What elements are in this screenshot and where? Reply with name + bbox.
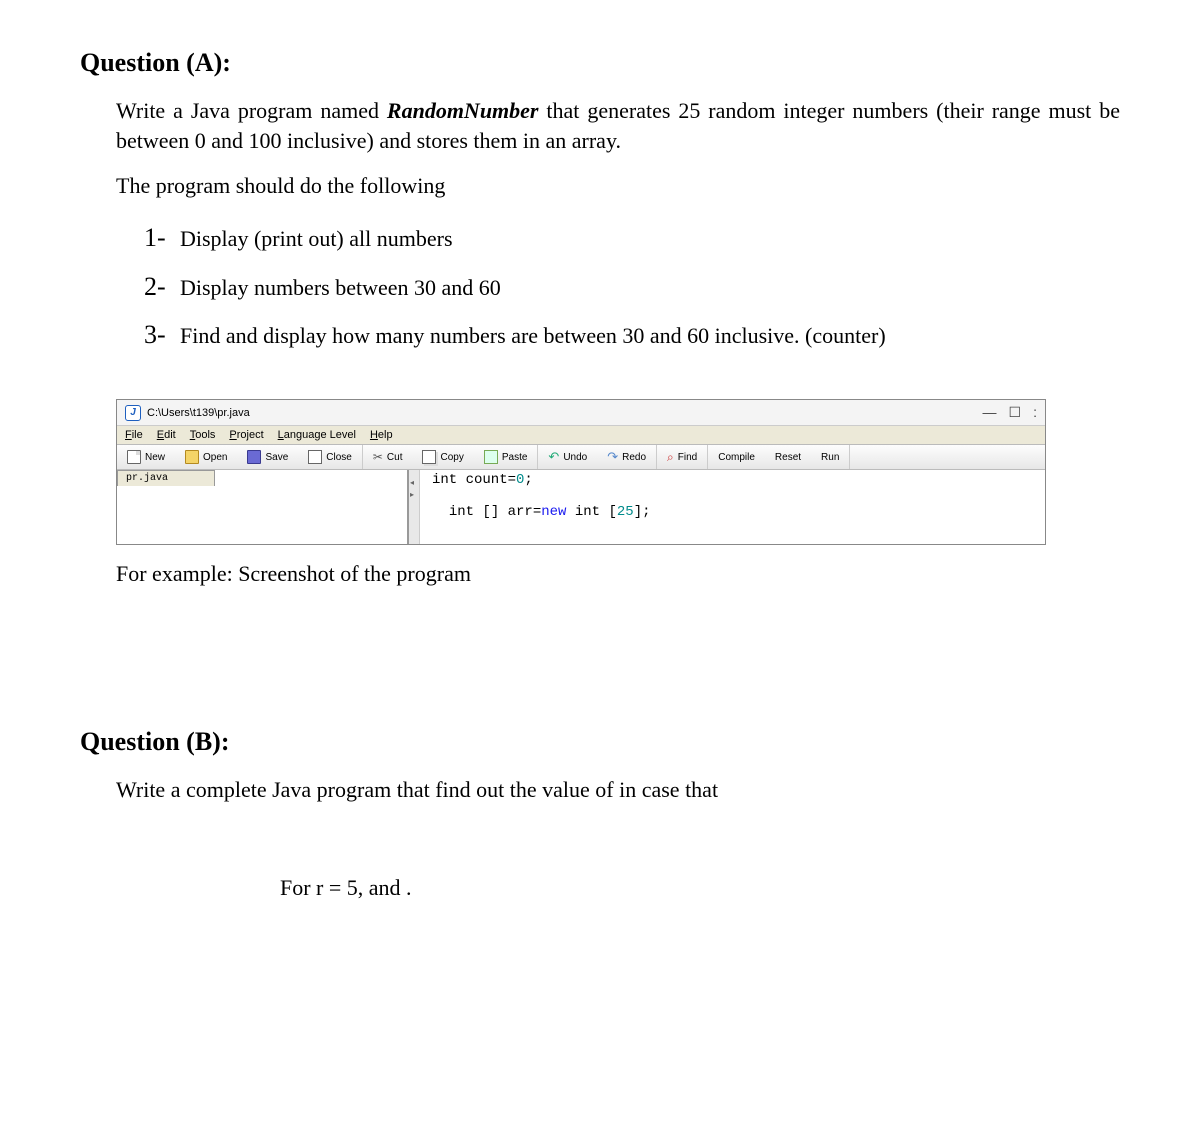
close-doc-icon: [308, 450, 322, 464]
maximize-button[interactable]: ☐: [1009, 404, 1022, 421]
undo-icon: ↶: [548, 449, 559, 465]
paste-button[interactable]: Paste: [474, 445, 538, 469]
folder-open-icon: [185, 450, 199, 464]
java-icon: J: [125, 405, 141, 421]
question-a-intro: Write a Java program named RandomNumber …: [116, 96, 1120, 155]
question-b-heading: Question (B):: [80, 727, 1120, 757]
redo-icon: ↷: [607, 449, 618, 465]
menu-bar: File Edit Tools Project Language Level H…: [117, 426, 1045, 445]
program-name: RandomNumber: [387, 98, 539, 123]
close-button[interactable]: :: [1033, 404, 1037, 421]
find-icon: ⌕: [667, 450, 674, 465]
splitter-gutter[interactable]: ◂ ▸: [409, 470, 420, 544]
list-item: 1- Display (print out) all numbers: [144, 223, 1120, 254]
paste-icon: [484, 450, 498, 464]
screenshot-caption: For example: Screenshot of the program: [116, 561, 1120, 587]
menu-tools[interactable]: Tools: [190, 429, 216, 441]
new-doc-icon: [127, 450, 141, 464]
question-a-heading: Question (A):: [80, 48, 1120, 78]
list-text: Display numbers between 30 and 60: [180, 273, 1120, 303]
menu-language-level[interactable]: Language Level: [278, 429, 356, 441]
save-icon: [247, 450, 261, 464]
close-file-button[interactable]: Close: [298, 445, 362, 469]
list-item: 2- Display numbers between 30 and 60: [144, 272, 1120, 303]
ide-window: J C:\Users\t139\pr.java — ☐ : File Edit …: [116, 399, 1046, 545]
code-editor[interactable]: int count=0; int [] arr=new int [25];: [420, 470, 1045, 544]
menu-project[interactable]: Project: [229, 429, 263, 441]
list-num: 2-: [144, 272, 172, 302]
question-a-subintro: The program should do the following: [116, 171, 1120, 201]
list-num: 3-: [144, 320, 172, 350]
save-button[interactable]: Save: [237, 445, 298, 469]
list-text: Display (print out) all numbers: [180, 224, 1120, 254]
undo-button[interactable]: ↶Undo: [538, 445, 597, 469]
menu-edit[interactable]: Edit: [157, 429, 176, 441]
new-button[interactable]: New: [117, 445, 175, 469]
question-b-for-r: For r = 5, and .: [280, 875, 1120, 901]
file-tab[interactable]: pr.java: [117, 470, 215, 486]
copy-button[interactable]: Copy: [412, 445, 473, 469]
reset-button[interactable]: Reset: [765, 445, 811, 469]
compile-button[interactable]: Compile: [708, 445, 765, 469]
qa-intro-pre: Write a Java program named: [116, 98, 387, 123]
question-b-intro: Write a complete Java program that find …: [116, 775, 1120, 805]
requirements-list: 1- Display (print out) all numbers 2- Di…: [144, 223, 1120, 351]
cut-button[interactable]: ✂Cut: [363, 445, 413, 469]
run-button[interactable]: Run: [811, 445, 849, 469]
file-panel: [117, 486, 407, 544]
window-titlebar: J C:\Users\t139\pr.java — ☐ :: [117, 400, 1045, 426]
code-line-2: int [] arr=new int [25];: [449, 504, 651, 520]
window-title-path: C:\Users\t139\pr.java: [147, 407, 250, 419]
find-button[interactable]: ⌕Find: [657, 445, 707, 469]
menu-help[interactable]: Help: [370, 429, 393, 441]
open-button[interactable]: Open: [175, 445, 237, 469]
list-text: Find and display how many numbers are be…: [180, 321, 1120, 351]
cut-icon: ✂: [373, 451, 383, 463]
code-line-1: int count=0;: [432, 472, 533, 488]
minimize-button[interactable]: —: [983, 404, 997, 421]
menu-file[interactable]: File: [125, 429, 143, 441]
copy-icon: [422, 450, 436, 464]
collapse-left-icon: ◂: [410, 478, 414, 487]
list-item: 3- Find and display how many numbers are…: [144, 320, 1120, 351]
toolbar: New Open Save Close ✂Cut Copy Paste ↶Und…: [117, 445, 1045, 470]
collapse-right-icon: ▸: [410, 490, 414, 499]
redo-button[interactable]: ↷Redo: [597, 445, 656, 469]
list-num: 1-: [144, 223, 172, 253]
